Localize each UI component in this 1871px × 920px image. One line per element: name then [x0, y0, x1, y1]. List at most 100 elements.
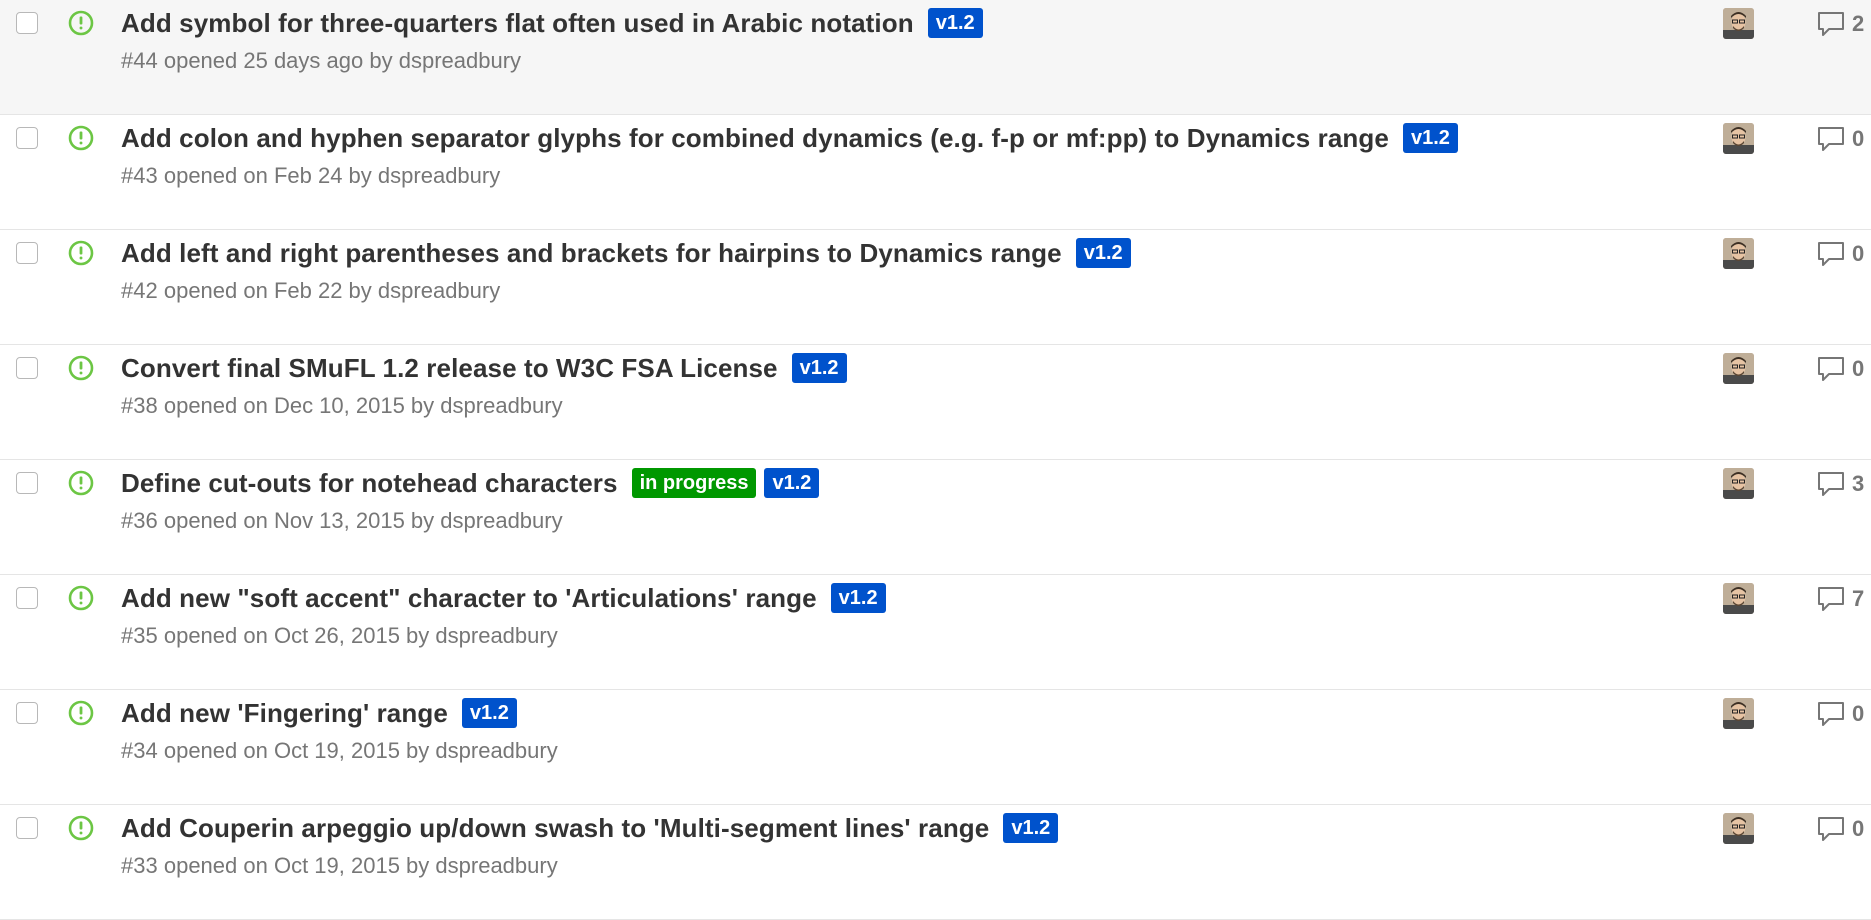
issue-label[interactable]: v1.2: [1402, 123, 1458, 153]
issue-title-link[interactable]: Add symbol for three-quarters flat often…: [121, 8, 914, 39]
comments-link[interactable]: 7: [1816, 585, 1864, 613]
issue-author-link[interactable]: dspreadbury: [378, 278, 500, 303]
comment-count: 0: [1852, 126, 1865, 151]
issue-opened-text: opened on Oct 26, 2015 by: [163, 623, 430, 648]
comments-link[interactable]: 0: [1816, 815, 1864, 843]
comment-count: 0: [1852, 816, 1865, 841]
issue-number: #43: [121, 163, 158, 188]
assignee-avatar[interactable]: [1723, 468, 1754, 499]
issue-number: #44: [121, 48, 158, 73]
issue-open-icon: [68, 815, 94, 841]
select-checkbox[interactable]: [16, 472, 38, 494]
comment-icon: [1818, 702, 1844, 726]
issue-row[interactable]: Add new 'Fingering' range v1.2 #34 opene…: [0, 690, 1871, 805]
issue-open-icon: [68, 240, 94, 266]
issue-label[interactable]: in progress: [631, 468, 757, 498]
issue-labels: in progress v1.2: [618, 468, 820, 498]
issue-row[interactable]: Add colon and hyphen separator glyphs fo…: [0, 115, 1871, 230]
issue-title-link[interactable]: Add Couperin arpeggio up/down swash to '…: [121, 813, 989, 844]
issue-author-link[interactable]: dspreadbury: [440, 393, 562, 418]
select-checkbox[interactable]: [16, 702, 38, 724]
issue-title-line: Convert final SMuFL 1.2 release to W3C F…: [121, 349, 847, 387]
issue-author-link[interactable]: dspreadbury: [399, 48, 521, 73]
issue-number: #33: [121, 853, 158, 878]
issue-title-line: Add left and right parentheses and brack…: [121, 234, 1131, 272]
comment-count: 0: [1852, 241, 1865, 266]
issue-title-line: Add new "soft accent" character to 'Arti…: [121, 579, 886, 617]
assignee-avatar[interactable]: [1723, 813, 1754, 844]
issue-author-link[interactable]: dspreadbury: [435, 623, 557, 648]
comment-count: 0: [1852, 356, 1865, 381]
issue-label[interactable]: v1.2: [461, 698, 517, 728]
issue-row[interactable]: Convert final SMuFL 1.2 release to W3C F…: [0, 345, 1871, 460]
issue-opened-text: opened on Dec 10, 2015 by: [163, 393, 435, 418]
comments-link[interactable]: 3: [1816, 470, 1864, 498]
issue-meta: #42 opened on Feb 22 by dspreadbury: [121, 278, 500, 304]
issue-label[interactable]: v1.2: [1075, 238, 1131, 268]
issue-number: #42: [121, 278, 158, 303]
issue-opened-text: opened on Oct 19, 2015 by: [163, 853, 430, 878]
issue-label[interactable]: v1.2: [791, 353, 847, 383]
issue-row[interactable]: Add symbol for three-quarters flat often…: [0, 0, 1871, 115]
issue-title-link[interactable]: Define cut-outs for notehead characters: [121, 468, 618, 499]
issue-opened-text: opened on Feb 24 by: [163, 163, 372, 188]
select-checkbox[interactable]: [16, 127, 38, 149]
issue-label[interactable]: v1.2: [927, 8, 983, 38]
issue-labels: v1.2: [778, 353, 847, 383]
issue-row[interactable]: Add new "soft accent" character to 'Arti…: [0, 575, 1871, 690]
select-checkbox[interactable]: [16, 357, 38, 379]
issue-open-icon: [68, 585, 94, 611]
comment-icon: [1818, 242, 1844, 266]
select-checkbox[interactable]: [16, 817, 38, 839]
issue-author-link[interactable]: dspreadbury: [435, 853, 557, 878]
issue-title-line: Add Couperin arpeggio up/down swash to '…: [121, 809, 1059, 847]
issue-title-link[interactable]: Add new 'Fingering' range: [121, 698, 448, 729]
issue-title-link[interactable]: Convert final SMuFL 1.2 release to W3C F…: [121, 353, 778, 384]
issue-meta: #34 opened on Oct 19, 2015 by dspreadbur…: [121, 738, 558, 764]
issue-title-link[interactable]: Add colon and hyphen separator glyphs fo…: [121, 123, 1389, 154]
issue-meta: #44 opened 25 days ago by dspreadbury: [121, 48, 521, 74]
issue-opened-text: opened on Oct 19, 2015 by: [163, 738, 430, 763]
comments-link[interactable]: 0: [1816, 700, 1864, 728]
issue-meta: #33 opened on Oct 19, 2015 by dspreadbur…: [121, 853, 558, 879]
issue-label[interactable]: v1.2: [1003, 813, 1059, 843]
comments-link[interactable]: 2: [1816, 10, 1864, 38]
select-checkbox[interactable]: [16, 242, 38, 264]
issue-row[interactable]: Define cut-outs for notehead characters …: [0, 460, 1871, 575]
issue-row[interactable]: Add Couperin arpeggio up/down swash to '…: [0, 805, 1871, 920]
assignee-avatar[interactable]: [1723, 353, 1754, 384]
issue-title-link[interactable]: Add new "soft accent" character to 'Arti…: [121, 583, 817, 614]
issue-labels: v1.2: [448, 698, 517, 728]
issue-author-link[interactable]: dspreadbury: [378, 163, 500, 188]
issue-label[interactable]: v1.2: [764, 468, 820, 498]
issue-open-icon: [68, 10, 94, 36]
issue-title-line: Add new 'Fingering' range v1.2: [121, 694, 517, 732]
assignee-avatar[interactable]: [1723, 123, 1754, 154]
assignee-avatar[interactable]: [1723, 238, 1754, 269]
assignee-avatar[interactable]: [1723, 8, 1754, 39]
comment-icon: [1818, 587, 1844, 611]
issue-author-link[interactable]: dspreadbury: [435, 738, 557, 763]
issue-labels: v1.2: [989, 813, 1059, 843]
issue-meta: #38 opened on Dec 10, 2015 by dspreadbur…: [121, 393, 563, 419]
issue-title-line: Add symbol for three-quarters flat often…: [121, 4, 983, 42]
comments-link[interactable]: 0: [1816, 240, 1864, 268]
select-checkbox[interactable]: [16, 587, 38, 609]
issue-labels: v1.2: [1062, 238, 1131, 268]
comment-icon: [1818, 817, 1844, 841]
issue-labels: v1.2: [817, 583, 886, 613]
issue-row[interactable]: Add left and right parentheses and brack…: [0, 230, 1871, 345]
issue-label[interactable]: v1.2: [830, 583, 886, 613]
select-checkbox[interactable]: [16, 12, 38, 34]
issue-open-icon: [68, 125, 94, 151]
assignee-avatar[interactable]: [1723, 583, 1754, 614]
issue-opened-text: opened on Nov 13, 2015 by: [163, 508, 435, 533]
comments-link[interactable]: 0: [1816, 355, 1864, 383]
assignee-avatar[interactable]: [1723, 698, 1754, 729]
issue-author-link[interactable]: dspreadbury: [440, 508, 562, 533]
comments-link[interactable]: 0: [1816, 125, 1864, 153]
issue-title-link[interactable]: Add left and right parentheses and brack…: [121, 238, 1062, 269]
issue-title-line: Define cut-outs for notehead characters …: [121, 464, 820, 502]
issue-number: #36: [121, 508, 158, 533]
issue-open-icon: [68, 355, 94, 381]
